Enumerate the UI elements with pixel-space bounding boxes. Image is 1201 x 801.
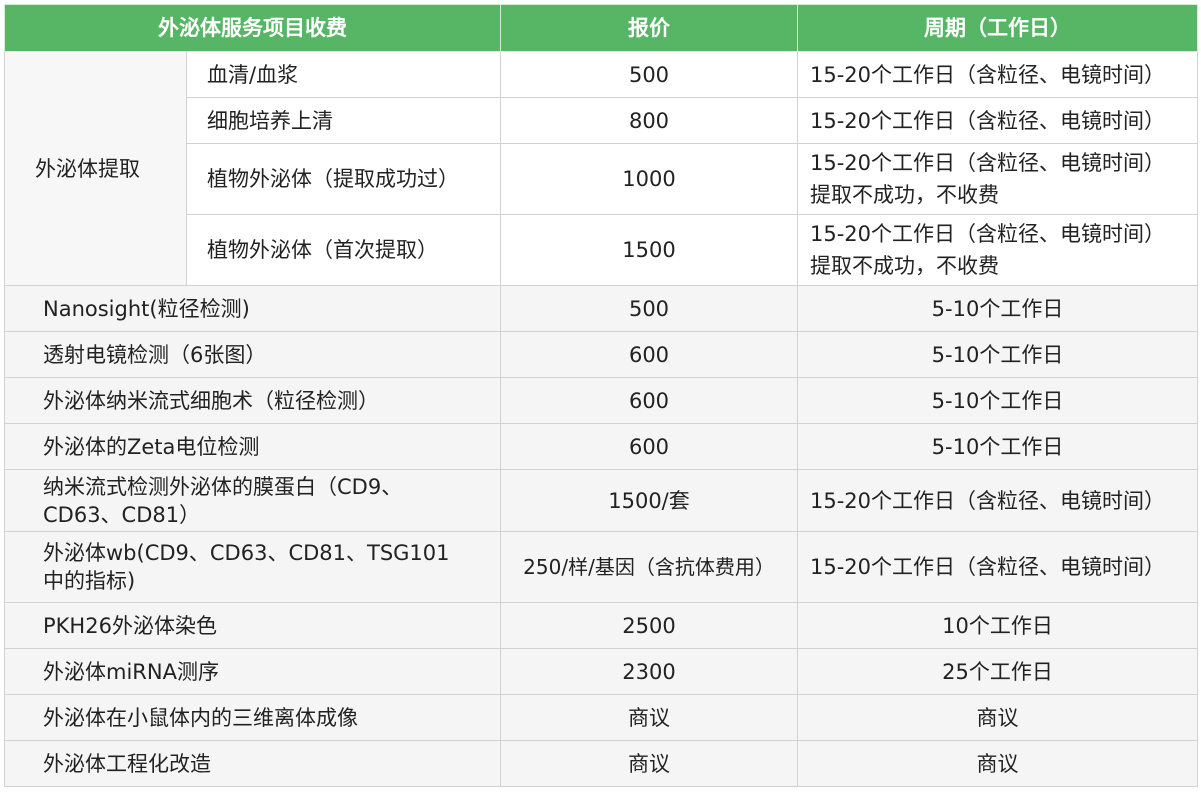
header-item: 外泌体服务项目收费 <box>4 4 501 52</box>
service-name: Nanosight(粒径检测) <box>4 285 501 332</box>
service-name: 血清/血浆 <box>186 51 501 98</box>
service-name: 外泌体在小鼠体内的三维离体成像 <box>4 694 501 741</box>
service-name-line2: CD63、CD81） <box>43 502 201 527</box>
service-name: 透射电镜检测（6张图） <box>4 331 501 378</box>
service-cycle-cell: 15-20个工作日（含粒径、电镜时间） 提取不成功，不收费 <box>797 143 1198 215</box>
group-label-extraction: 外泌体提取 <box>4 51 187 286</box>
table-row: Nanosight(粒径检测) 500 5-10个工作日 <box>4 285 1198 332</box>
table-row: 外泌体wb(CD9、CD63、CD81、TSG101 中的指标) 250/样/基… <box>4 531 1198 603</box>
service-name: 植物外泌体（首次提取） <box>186 214 501 286</box>
service-name: 植物外泌体（提取成功过） <box>186 143 501 215</box>
service-name: 外泌体miRNA测序 <box>4 648 501 695</box>
service-price: 1000 <box>500 143 798 215</box>
pricing-table: 外泌体服务项目收费 报价 周期（工作日） 外泌体提取 血清/血浆 500 15-… <box>4 4 1198 787</box>
service-price: 500 <box>500 285 798 332</box>
service-price: 600 <box>500 331 798 378</box>
service-price: 2300 <box>500 648 798 695</box>
service-cycle: 25个工作日 <box>797 648 1198 695</box>
table-row: 外泌体的Zeta电位检测 600 5-10个工作日 <box>4 423 1198 470</box>
service-note: 提取不成功，不收费 <box>810 183 999 207</box>
table-row: 外泌体工程化改造 商议 商议 <box>4 740 1198 787</box>
table-row: 外泌体提取 血清/血浆 500 15-20个工作日（含粒径、电镜时间） <box>4 51 1198 286</box>
service-price: 800 <box>500 97 798 144</box>
service-name: PKH26外泌体染色 <box>4 602 501 649</box>
table-row: 透射电镜检测（6张图） 600 5-10个工作日 <box>4 331 1198 378</box>
service-cycle: 15-20个工作日（含粒径、电镜时间） <box>797 97 1198 144</box>
service-price: 1500 <box>500 214 798 286</box>
service-cycle: 15-20个工作日（含粒径、电镜时间） <box>797 469 1198 532</box>
header-price: 报价 <box>500 4 798 52</box>
service-name: 外泌体的Zeta电位检测 <box>4 423 501 470</box>
table-row: 外泌体miRNA测序 2300 25个工作日 <box>4 648 1198 695</box>
service-cycle: 5-10个工作日 <box>797 331 1198 378</box>
service-name-cell: 纳米流式检测外泌体的膜蛋白（CD9、 CD63、CD81） <box>4 469 501 532</box>
service-price: 600 <box>500 423 798 470</box>
header-cycle: 周期（工作日） <box>797 4 1198 52</box>
service-cycle: 5-10个工作日 <box>797 423 1198 470</box>
service-name-line1: 纳米流式检测外泌体的膜蛋白（CD9、 <box>43 474 403 499</box>
table-header-row: 外泌体服务项目收费 报价 周期（工作日） <box>4 4 1198 52</box>
service-cycle: 5-10个工作日 <box>797 377 1198 424</box>
service-name: 外泌体纳米流式细胞术（粒径检测） <box>4 377 501 424</box>
service-price: 500 <box>500 51 798 98</box>
service-cycle: 5-10个工作日 <box>797 285 1198 332</box>
service-cycle: 10个工作日 <box>797 602 1198 649</box>
service-name-line1: 外泌体wb(CD9、CD63、CD81、TSG101 <box>43 541 450 565</box>
service-price: 商议 <box>500 740 798 787</box>
service-cycle: 商议 <box>797 740 1198 787</box>
service-price: 250/样/基因（含抗体费用） <box>500 531 798 603</box>
service-note: 提取不成功，不收费 <box>810 254 999 278</box>
service-cycle: 商议 <box>797 694 1198 741</box>
service-cycle: 15-20个工作日（含粒径、电镜时间） <box>797 531 1198 603</box>
table-row: 外泌体纳米流式细胞术（粒径检测） 600 5-10个工作日 <box>4 377 1198 424</box>
service-price: 1500/套 <box>500 469 798 532</box>
table-row: PKH26外泌体染色 2500 10个工作日 <box>4 602 1198 649</box>
service-price: 2500 <box>500 602 798 649</box>
service-name: 外泌体工程化改造 <box>4 740 501 787</box>
table-row: 外泌体在小鼠体内的三维离体成像 商议 商议 <box>4 694 1198 741</box>
service-name: 细胞培养上清 <box>186 97 501 144</box>
service-name-cell: 外泌体wb(CD9、CD63、CD81、TSG101 中的指标) <box>4 531 501 603</box>
service-cycle: 15-20个工作日（含粒径、电镜时间） <box>797 51 1198 98</box>
service-cycle: 15-20个工作日（含粒径、电镜时间） <box>810 151 1166 175</box>
service-price: 600 <box>500 377 798 424</box>
service-cycle: 15-20个工作日（含粒径、电镜时间） <box>810 222 1166 246</box>
table-row: 纳米流式检测外泌体的膜蛋白（CD9、 CD63、CD81） 1500/套 15-… <box>4 469 1198 532</box>
service-name-line2: 中的指标) <box>43 569 136 593</box>
service-cycle-cell: 15-20个工作日（含粒径、电镜时间） 提取不成功，不收费 <box>797 214 1198 286</box>
service-price: 商议 <box>500 694 798 741</box>
